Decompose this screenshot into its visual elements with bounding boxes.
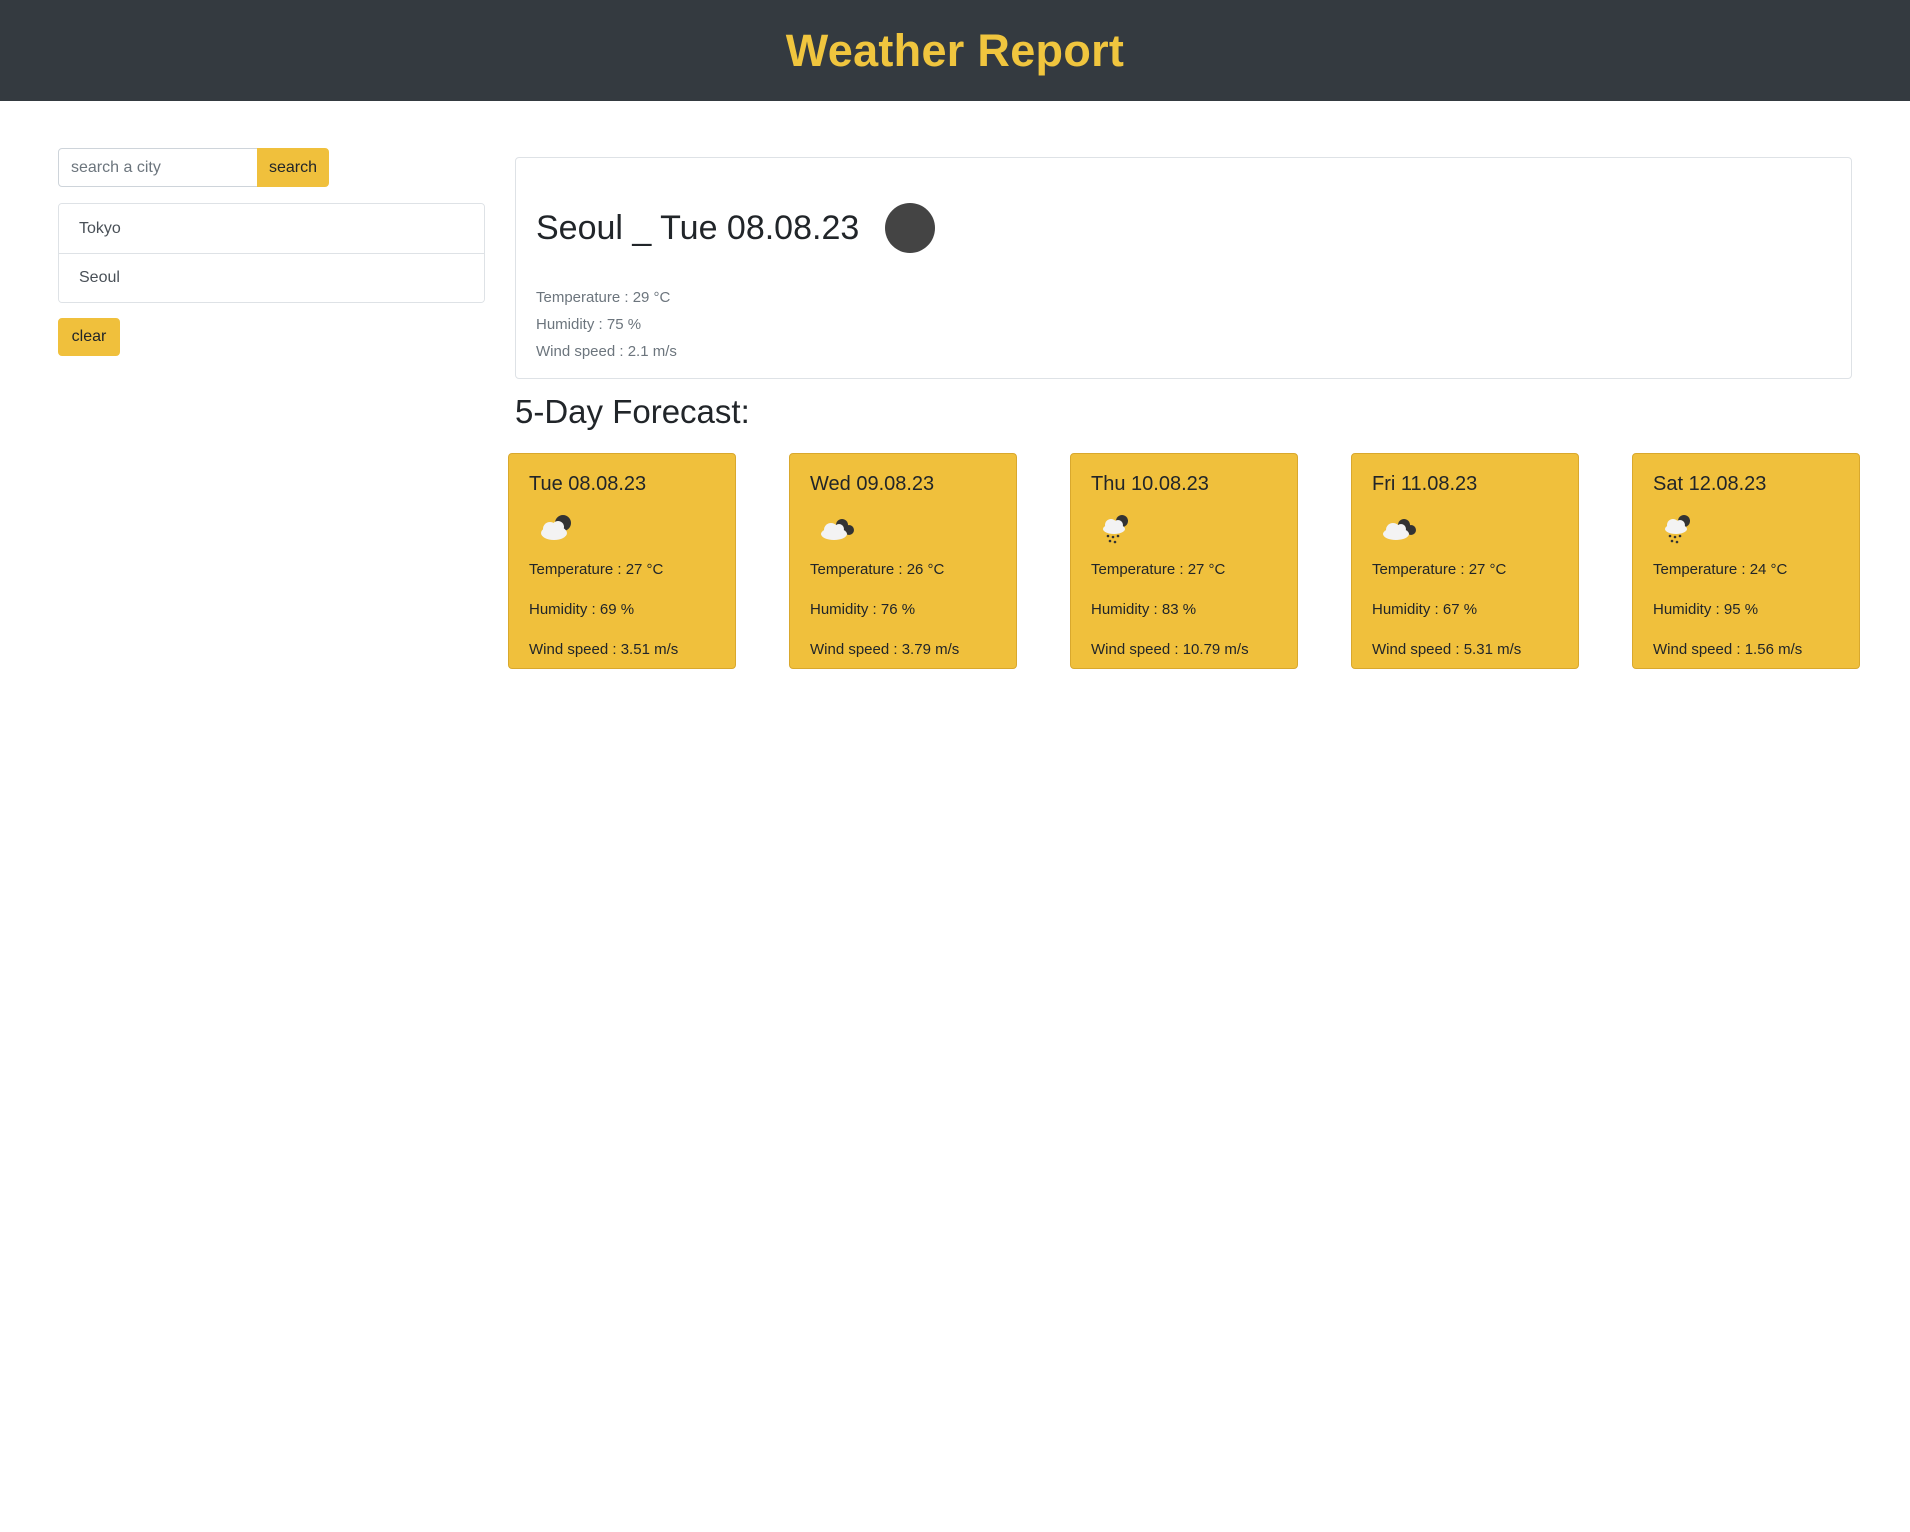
forecast-date: Sat 12.08.23 <box>1653 473 1767 495</box>
forecast-humidity: Humidity : 83 % <box>1091 601 1197 618</box>
forecast-date: Thu 10.08.23 <box>1091 473 1209 495</box>
forecast-humidity: Humidity : 67 % <box>1372 601 1478 618</box>
broken-clouds-icon <box>821 519 854 540</box>
forecast-card: Sat 12.08.23 Temperature : 24 °C Humidit… <box>1632 453 1860 669</box>
current-weather-card: Seoul _ Tue 08.08.23 Temperature : 29 °C… <box>515 157 1852 379</box>
cloud-moon-icon <box>541 515 571 540</box>
forecast-date: Fri 11.08.23 <box>1372 473 1478 495</box>
app-header: Weather Report <box>0 0 1910 101</box>
forecast-wind-speed: Wind speed : 3.51 m/s <box>529 641 679 658</box>
forecast-heading: 5-Day Forecast: <box>515 393 750 430</box>
forecast-humidity: Humidity : 76 % <box>810 601 916 618</box>
dark-circle-icon <box>885 203 936 253</box>
forecast-card: Wed 09.08.23 Temperature : 26 °C Humidit… <box>789 453 1017 669</box>
forecast-temperature: Temperature : 27 °C <box>1091 561 1226 578</box>
forecast-wind-speed: Wind speed : 1.56 m/s <box>1653 641 1803 658</box>
current-city-date: Seoul _ Tue 08.08.23 <box>536 208 860 247</box>
forecast-wind-speed: Wind speed : 3.79 m/s <box>810 641 960 658</box>
page-title: Weather Report <box>785 24 1125 76</box>
current-wind-speed: Wind speed : 2.1 m/s <box>536 343 677 360</box>
forecast-wind-speed: Wind speed : 5.31 m/s <box>1372 641 1522 658</box>
forecast-cards: Tue 08.08.23 Temperature : 27 °C Humidit… <box>508 453 1860 669</box>
forecast-humidity: Humidity : 95 % <box>1653 601 1759 618</box>
forecast-card: Thu 10.08.23 Temperature : 27 °C Humidit… <box>1070 453 1298 669</box>
rain-cloud-icon <box>1665 515 1690 544</box>
current-weather-header: Seoul _ Tue 08.08.23 <box>536 203 936 253</box>
search-button[interactable]: search <box>257 148 329 187</box>
forecast-date: Wed 09.08.23 <box>810 473 935 495</box>
forecast-humidity: Humidity : 69 % <box>529 601 635 618</box>
city-search-input[interactable] <box>58 148 258 187</box>
search-history-list: Tokyo Seoul <box>58 203 485 303</box>
history-item-tokyo[interactable]: Tokyo <box>59 204 484 253</box>
forecast-wind-speed: Wind speed : 10.79 m/s <box>1091 641 1249 658</box>
current-temperature: Temperature : 29 °C <box>536 289 671 306</box>
broken-clouds-icon <box>1383 519 1416 540</box>
forecast-card: Fri 11.08.23 Temperature : 27 °C Humidit… <box>1351 453 1579 669</box>
clear-history-button[interactable]: clear <box>58 318 120 356</box>
current-humidity: Humidity : 75 % <box>536 316 642 333</box>
history-item-seoul[interactable]: Seoul <box>59 253 484 302</box>
forecast-temperature: Temperature : 27 °C <box>1372 561 1507 578</box>
forecast-date: Tue 08.08.23 <box>529 473 647 495</box>
current-weather-stats: Temperature : 29 °C Humidity : 75 % Wind… <box>536 284 677 365</box>
rain-cloud-icon <box>1103 515 1128 544</box>
forecast-temperature: Temperature : 27 °C <box>529 561 664 578</box>
forecast-card: Tue 08.08.23 Temperature : 27 °C Humidit… <box>508 453 736 669</box>
search-bar: search <box>58 148 329 187</box>
forecast-temperature: Temperature : 26 °C <box>810 561 945 578</box>
forecast-temperature: Temperature : 24 °C <box>1653 561 1788 578</box>
